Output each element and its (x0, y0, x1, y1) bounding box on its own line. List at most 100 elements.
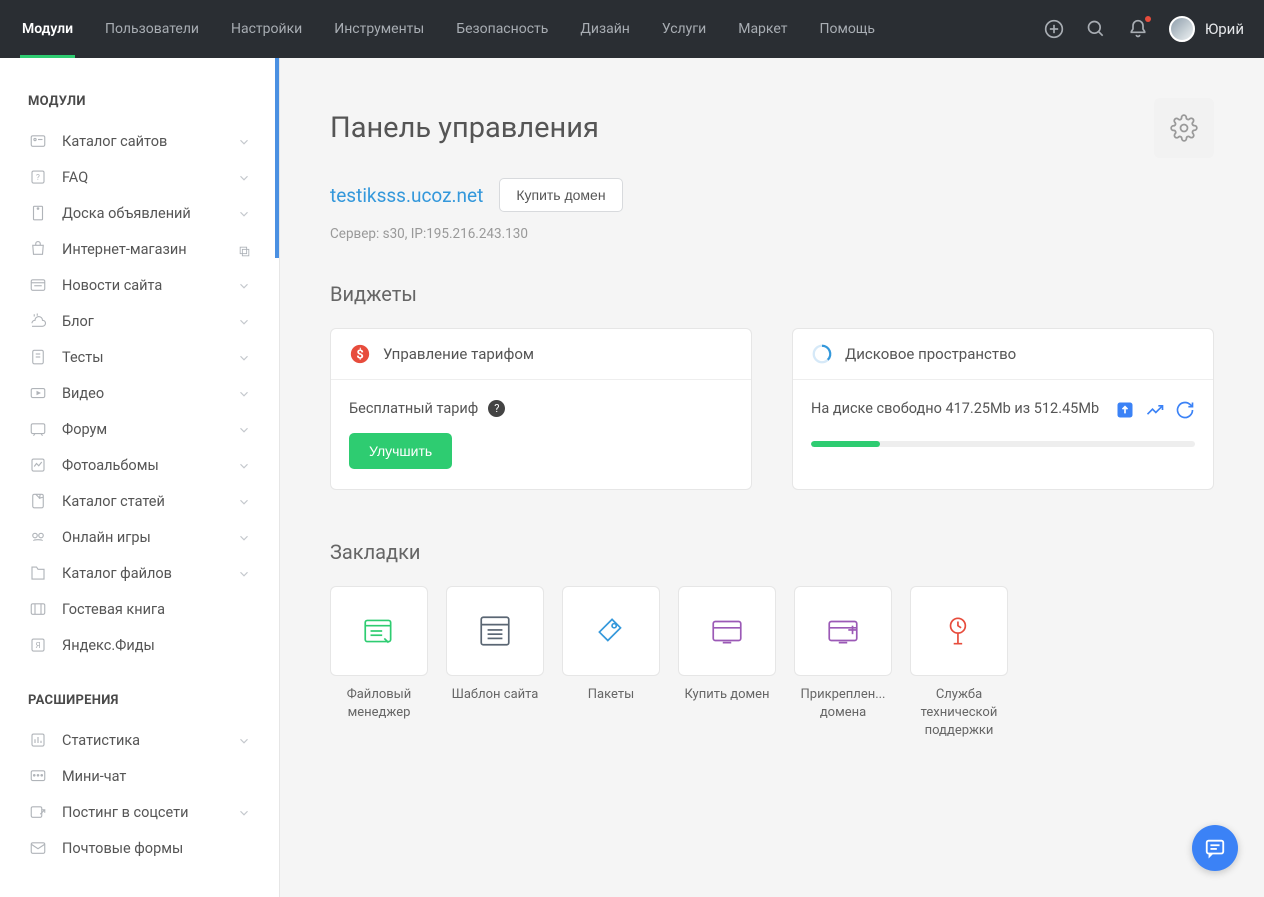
sidebar-item-icon (28, 730, 48, 750)
add-icon[interactable] (1043, 18, 1065, 40)
sidebar-item-icon (28, 455, 48, 475)
sidebar-item-label: Фотоальбомы (62, 457, 237, 474)
topnav-item[interactable]: Модули (20, 1, 75, 57)
top-navigation: Модули Пользователи Настройки Инструменты Бе… (0, 0, 1264, 58)
user-menu[interactable]: Юрий (1169, 16, 1244, 42)
sidebar-item-label: Мини-чат (62, 768, 251, 785)
sidebar-item-label: Доска объявлений (62, 205, 237, 222)
sidebar-item[interactable]: Новости сайта (0, 267, 279, 303)
chevron-down-icon (237, 805, 251, 819)
topnav-right: Юрий (1043, 16, 1244, 42)
topnav-item[interactable]: Безопасность (454, 1, 550, 57)
topnav-item[interactable]: Дизайн (578, 1, 632, 57)
bookmark-label: Пакеты (562, 686, 660, 704)
chevron-down-icon (237, 422, 251, 436)
page-title: Панель управления (330, 111, 599, 145)
bookmark-label: Файловый менеджер (330, 686, 428, 722)
username: Юрий (1205, 20, 1244, 38)
sidebar-item-label: Гостевая книга (62, 601, 251, 618)
sidebar-item-label: Новости сайта (62, 277, 237, 294)
sidebar-item[interactable]: Фотоальбомы (0, 447, 279, 483)
disk-progress-fill (811, 441, 880, 447)
sidebar-item[interactable]: ЯЯндекс.Фиды (0, 627, 279, 663)
sidebar-item[interactable]: Гостевая книга (0, 591, 279, 627)
sidebar-item[interactable]: Форум (0, 411, 279, 447)
chevron-down-icon (237, 350, 251, 364)
refresh-icon[interactable] (1175, 400, 1195, 420)
disk-progress-bar (811, 441, 1195, 447)
bookmark-label: Купить домен (678, 686, 776, 704)
notification-dot (1145, 16, 1151, 22)
sidebar: МОДУЛИ Каталог сайтов?FAQ Доска объявлени… (0, 58, 280, 897)
topnav-item[interactable]: Инструменты (332, 1, 426, 57)
sidebar-item[interactable]: Тесты (0, 339, 279, 375)
bookmark-item[interactable]: wwwКупить домен (678, 586, 776, 741)
notifications-icon[interactable] (1127, 18, 1149, 40)
sidebar-item[interactable]: Постинг в соцсети (0, 794, 279, 830)
sidebar-item-label: Блог (62, 313, 237, 330)
bookmark-item[interactable]: www Прикреплен... домена (794, 586, 892, 741)
bookmark-tile (910, 586, 1008, 676)
buy-domain-button[interactable]: Купить домен (499, 178, 622, 212)
sidebar-item-icon: Я (28, 635, 48, 655)
stats-icon[interactable] (1145, 400, 1165, 420)
sidebar-item[interactable]: Онлайн игры (0, 519, 279, 555)
sidebar-item[interactable]: ?FAQ (0, 159, 279, 195)
sidebar-item-label: Онлайн игры (62, 529, 237, 546)
sidebar-item[interactable]: Каталог файлов (0, 555, 279, 591)
sidebar-item[interactable]: Доска объявлений (0, 195, 279, 231)
settings-gear-button[interactable] (1154, 98, 1214, 158)
sidebar-item-icon (28, 311, 48, 331)
topnav-item[interactable]: Маркет (736, 1, 789, 57)
site-domain-link[interactable]: testiksss.ucoz.net (330, 184, 483, 207)
chevron-down-icon (237, 733, 251, 747)
svg-text:?: ? (36, 173, 40, 183)
main-content: Панель управления testiksss.ucoz.net Куп… (280, 58, 1264, 897)
bookmark-label: Шаблон сайта (446, 686, 544, 704)
topnav-item[interactable]: Услуги (660, 1, 708, 57)
sidebar-item-icon (28, 527, 48, 547)
sidebar-item[interactable]: Каталог сайтов (0, 123, 279, 159)
bookmark-tile: $ (562, 586, 660, 676)
tariff-widget-title: Управление тарифом (383, 345, 534, 363)
sidebar-item[interactable]: Мини-чат (0, 758, 279, 794)
improve-tariff-button[interactable]: Улучшить (349, 433, 452, 469)
bookmark-item[interactable]: Служба технической поддержки (910, 586, 1008, 741)
help-icon[interactable]: ? (488, 400, 505, 417)
bookmark-label: Прикреплен... домена (794, 686, 892, 722)
bookmark-tile (330, 586, 428, 676)
bookmark-item[interactable]: Файловый менеджер (330, 586, 428, 741)
sidebar-item-label: Каталог статей (62, 493, 237, 510)
sidebar-item[interactable]: Каталог статей (0, 483, 279, 519)
sidebar-heading-modules: МОДУЛИ (0, 88, 279, 123)
chevron-down-icon (237, 566, 251, 580)
widgets-section-title: Виджеты (330, 282, 1214, 306)
svg-text:$: $ (356, 348, 363, 363)
topnav-item[interactable]: Помощь (817, 1, 877, 57)
sidebar-item-label: Интернет-магазин (62, 241, 232, 258)
bookmark-item[interactable]: $ Пакеты (562, 586, 660, 741)
upload-icon[interactable] (1115, 400, 1135, 420)
sidebar-item-label: Почтовые формы (62, 840, 251, 857)
topnav-item[interactable]: Настройки (229, 1, 304, 57)
sidebar-item[interactable]: Блог (0, 303, 279, 339)
bookmark-tile (446, 586, 544, 676)
bookmark-item[interactable]: Шаблон сайта (446, 586, 544, 741)
sidebar-item-icon (28, 203, 48, 223)
disk-widget-title: Дисковое пространство (845, 345, 1016, 363)
sidebar-item[interactable]: Интернет-магазин (0, 231, 279, 267)
sidebar-item-icon (28, 802, 48, 822)
sidebar-item[interactable]: Почтовые формы (0, 830, 279, 866)
topnav-item[interactable]: Пользователи (103, 1, 201, 57)
avatar (1169, 16, 1195, 42)
bookmark-tile: www (794, 586, 892, 676)
chat-fab-button[interactable] (1192, 825, 1238, 871)
tariff-widget: $ Управление тарифом Бесплатный тариф ? … (330, 328, 752, 490)
sidebar-item-label: Тесты (62, 349, 237, 366)
chevron-down-icon (237, 206, 251, 220)
search-icon[interactable] (1085, 18, 1107, 40)
sidebar-item[interactable]: Видео (0, 375, 279, 411)
sidebar-item[interactable]: Статистика (0, 722, 279, 758)
svg-text:$: $ (605, 625, 611, 638)
sidebar-item-icon (28, 419, 48, 439)
